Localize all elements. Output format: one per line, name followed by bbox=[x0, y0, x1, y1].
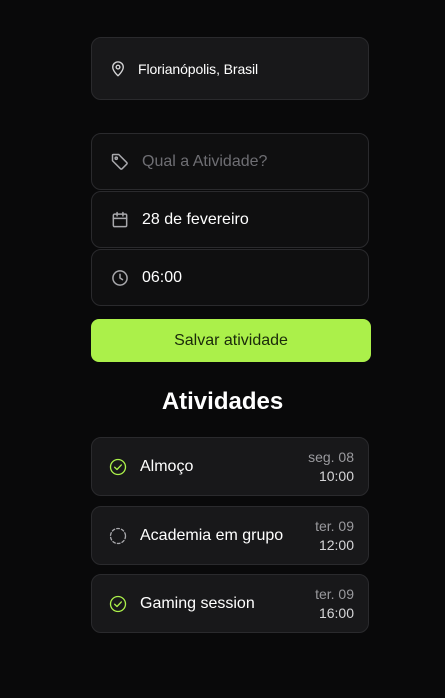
calendar-icon bbox=[110, 210, 130, 230]
activity-day: ter. 09 bbox=[315, 517, 354, 534]
time-value: 06:00 bbox=[142, 268, 183, 286]
map-pin-icon bbox=[108, 59, 128, 79]
app-page: Florianópolis, Brasil 28 de fevereiro bbox=[0, 0, 445, 698]
activity-item[interactable]: Gaming session ter. 09 16:00 bbox=[91, 574, 369, 633]
location-card: Florianópolis, Brasil bbox=[91, 37, 369, 100]
tag-icon bbox=[110, 152, 130, 172]
activity-field[interactable] bbox=[91, 133, 369, 190]
time-field[interactable]: 06:00 bbox=[91, 249, 369, 306]
activity-datetime: seg. 08 10:00 bbox=[308, 448, 354, 486]
activity-name: Almoço bbox=[140, 457, 194, 475]
activity-datetime: ter. 09 12:00 bbox=[315, 517, 354, 555]
activity-item[interactable]: Almoço seg. 08 10:00 bbox=[91, 437, 369, 496]
save-activity-button[interactable]: Salvar atividade bbox=[91, 319, 371, 362]
activity-day: seg. 08 bbox=[308, 448, 354, 465]
clock-icon bbox=[110, 268, 130, 288]
check-circle-icon[interactable] bbox=[108, 457, 128, 477]
activities-title: Atividades bbox=[161, 388, 284, 415]
activity-day: ter. 09 bbox=[315, 585, 354, 602]
check-circle-icon[interactable] bbox=[108, 594, 128, 614]
pending-circle-icon[interactable] bbox=[108, 526, 128, 546]
location-label: Florianópolis, Brasil bbox=[138, 60, 259, 77]
activity-name: Academia em grupo bbox=[140, 526, 284, 544]
activity-time: 10:00 bbox=[318, 467, 354, 484]
activity-name: Gaming session bbox=[140, 594, 255, 612]
date-field[interactable]: 28 de fevereiro bbox=[91, 191, 369, 248]
activity-item[interactable]: Academia em grupo ter. 09 12:00 bbox=[91, 506, 369, 565]
activity-datetime: ter. 09 16:00 bbox=[315, 585, 354, 623]
activity-time: 16:00 bbox=[318, 604, 354, 621]
date-value: 28 de fevereiro bbox=[142, 210, 249, 228]
activity-time: 12:00 bbox=[318, 536, 354, 553]
activity-input[interactable] bbox=[142, 152, 342, 171]
